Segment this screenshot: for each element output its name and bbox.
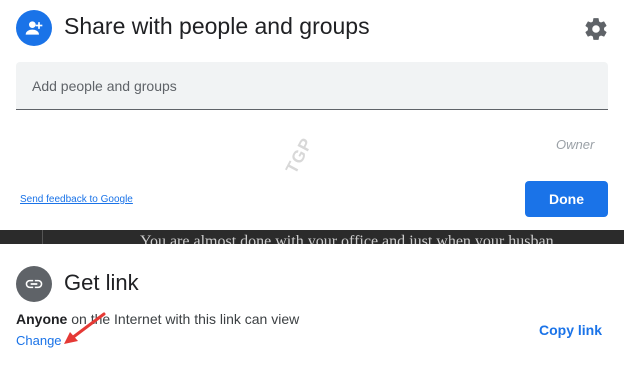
add-people-input[interactable] <box>16 62 608 110</box>
get-link-title: Get link <box>64 270 139 295</box>
gear-icon[interactable] <box>583 16 609 42</box>
change-link[interactable]: Change <box>16 333 62 348</box>
owner-label: Owner <box>556 137 595 152</box>
share-dialog-title: Share with people and groups <box>64 13 370 39</box>
done-button[interactable]: Done <box>525 181 608 217</box>
link-icon <box>16 266 52 302</box>
send-feedback-link[interactable]: Send feedback to Google <box>20 194 133 205</box>
person-add-icon <box>16 10 52 46</box>
background-document-text: You are almost done with your office and… <box>140 233 554 244</box>
annotation-arrow <box>64 312 106 344</box>
document-margin-line <box>42 230 43 244</box>
background-document: You are almost done with your office and… <box>0 230 624 244</box>
copy-link-button[interactable]: Copy link <box>539 322 602 338</box>
